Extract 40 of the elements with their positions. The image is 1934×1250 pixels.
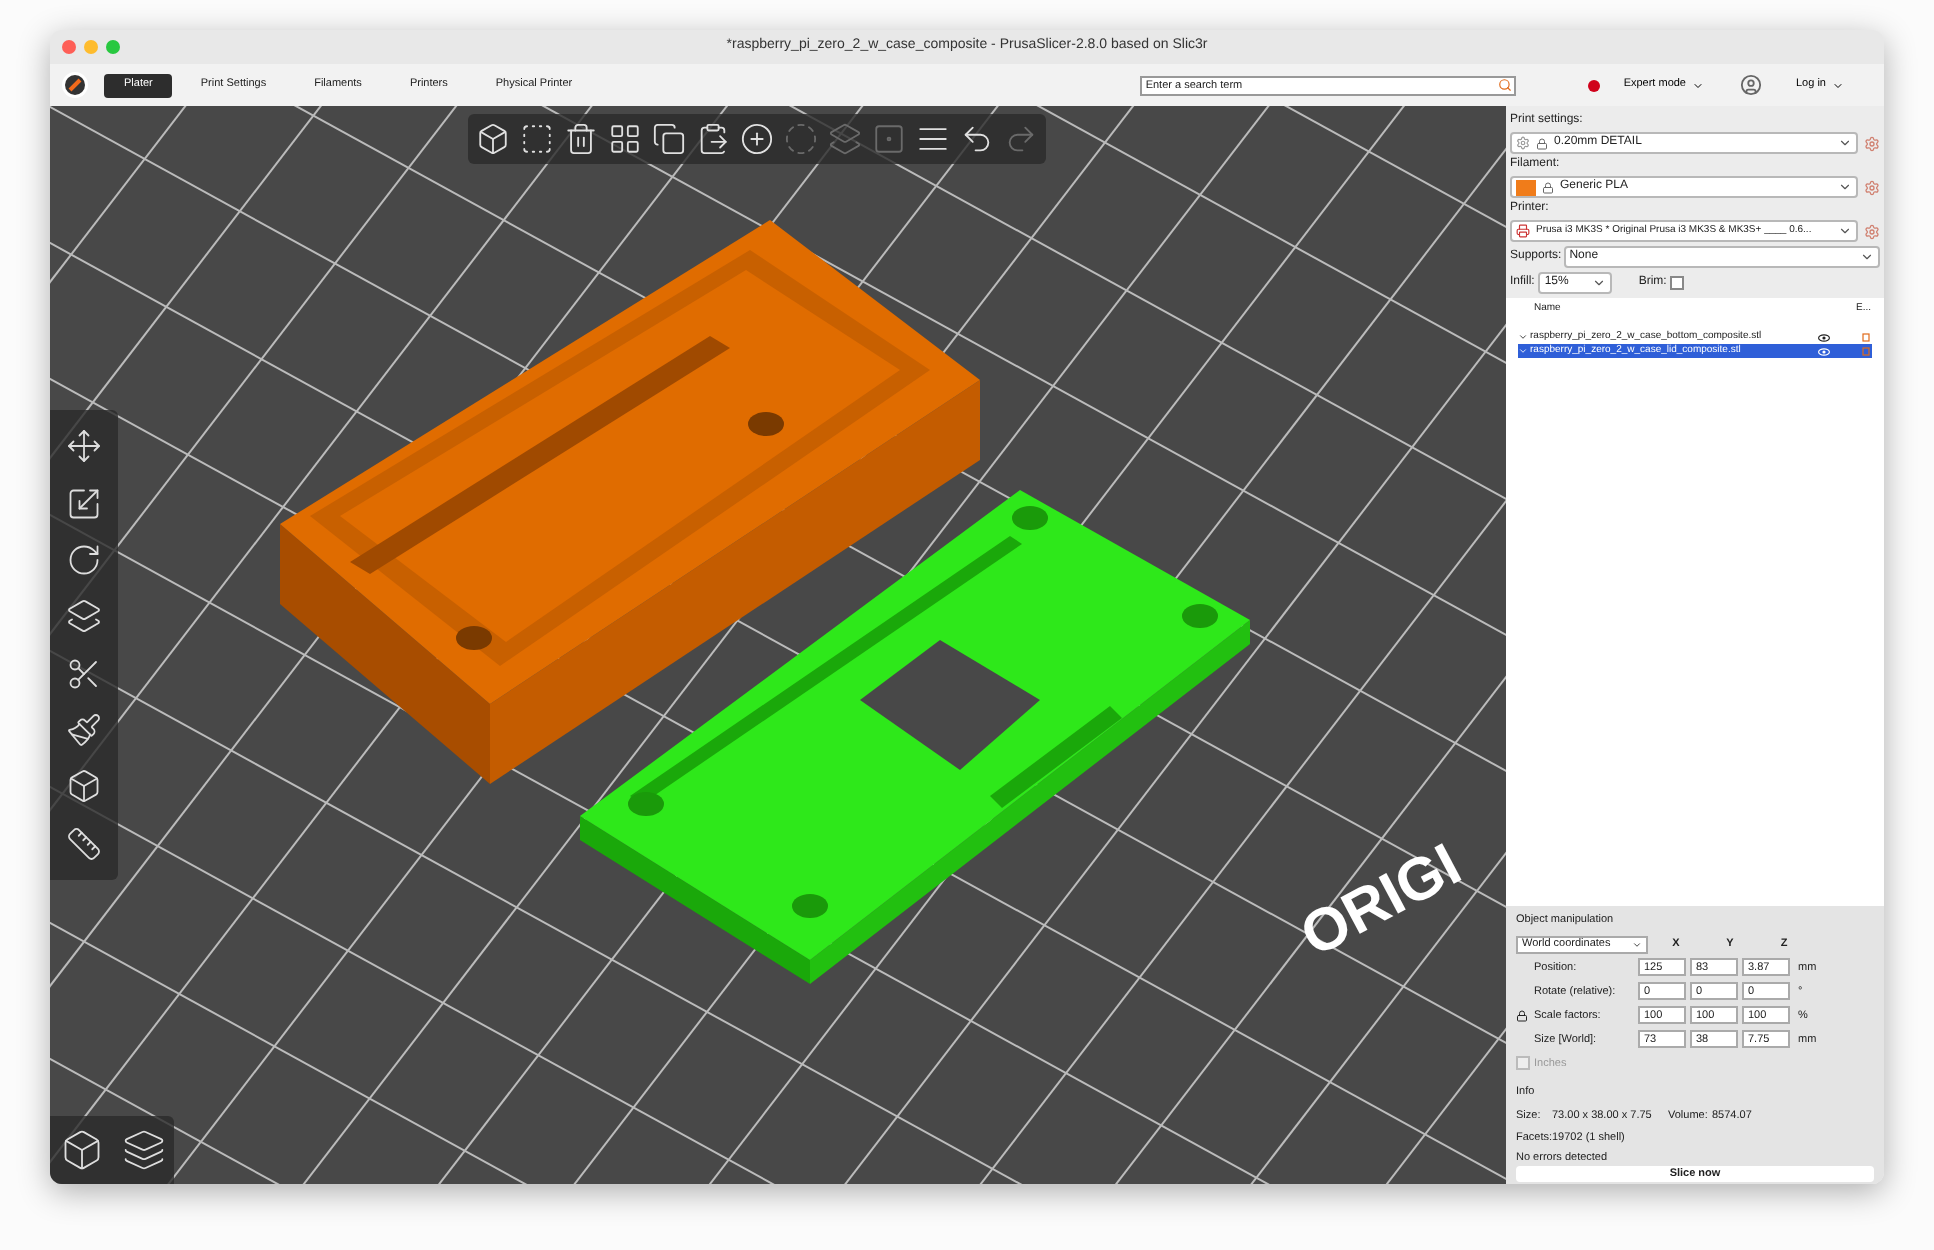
box-plus-icon[interactable]	[476, 122, 510, 156]
settings-icon[interactable]	[1864, 223, 1880, 239]
user-icon[interactable]	[1740, 74, 1762, 96]
trash-icon[interactable]	[564, 122, 598, 156]
settings-icon[interactable]	[1864, 135, 1880, 151]
lock-icon	[1542, 181, 1554, 193]
move-icon[interactable]	[66, 428, 102, 465]
chevron-icon	[1838, 136, 1852, 150]
search-icon	[1497, 78, 1512, 92]
plus-circle-icon[interactable]	[740, 122, 774, 156]
scale-icon[interactable]	[66, 485, 102, 522]
lock-icon[interactable]	[1516, 1009, 1528, 1022]
layers-icon[interactable]	[916, 122, 950, 156]
filament-swatch	[1516, 179, 1536, 195]
copy-icon[interactable]	[652, 122, 686, 156]
chevron-icon	[1592, 276, 1607, 290]
dashed-square-icon[interactable]	[520, 122, 554, 156]
paste-icon[interactable]	[696, 122, 730, 156]
chevron-icon	[1838, 180, 1852, 194]
3d-view-icon[interactable]	[59, 1128, 103, 1172]
lock-icon	[1536, 137, 1548, 149]
settings-icon[interactable]	[1864, 179, 1880, 195]
inches-checkbox[interactable]	[1516, 1056, 1530, 1071]
brim-checkbox[interactable]	[1670, 276, 1685, 290]
caret-icon	[1832, 79, 1844, 91]
preview-icon[interactable]	[121, 1128, 165, 1172]
gear-icon	[1516, 136, 1530, 150]
app-logo	[62, 72, 88, 98]
case-lid-drawing[interactable]	[580, 490, 1250, 984]
cut-icon[interactable]	[66, 655, 102, 692]
caret-icon	[1692, 79, 1704, 91]
caret-icon	[1632, 939, 1642, 950]
grid-icon[interactable]	[608, 122, 642, 156]
printer-icon	[1516, 224, 1530, 238]
paint-icon[interactable]	[66, 712, 102, 749]
cube-icon[interactable]	[66, 768, 102, 805]
eye-icon[interactable]	[1818, 333, 1830, 341]
ruler-icon[interactable]	[66, 825, 102, 862]
rotate-icon[interactable]	[66, 541, 102, 578]
undo-icon[interactable]	[960, 122, 994, 156]
